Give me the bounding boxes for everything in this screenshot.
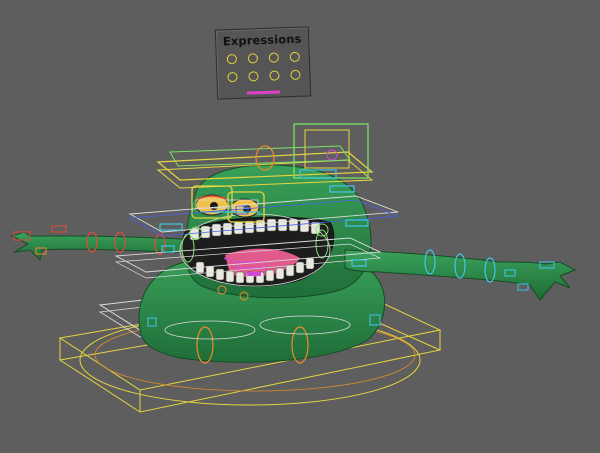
expression-control-4[interactable] <box>289 51 300 63</box>
expression-controls-grid <box>226 51 301 83</box>
expressions-panel: Expressions <box>214 26 312 100</box>
expression-control-5[interactable] <box>227 71 238 83</box>
expression-control-7[interactable] <box>269 70 280 81</box>
expressions-title: Expressions <box>222 31 302 49</box>
expression-control-2[interactable] <box>247 53 259 64</box>
3d-viewport[interactable]: Expressions <box>0 0 600 453</box>
expression-control-8[interactable] <box>290 69 301 81</box>
expression-control-6[interactable] <box>248 71 259 82</box>
expression-control-3[interactable] <box>268 52 279 63</box>
expression-slider[interactable] <box>246 90 281 95</box>
expression-control-1[interactable] <box>226 53 238 65</box>
